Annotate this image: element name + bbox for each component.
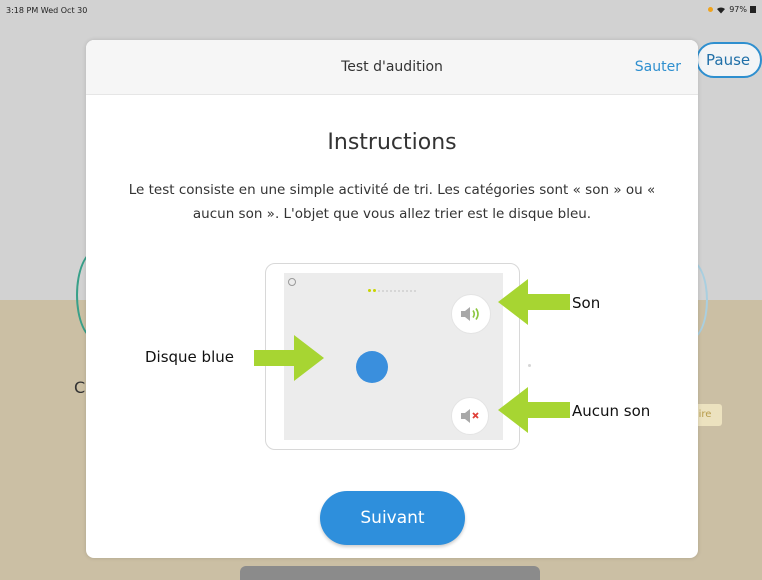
- next-button[interactable]: Suivant: [320, 491, 465, 545]
- label-sound: Son: [572, 294, 601, 312]
- arrow-to-disc: [254, 335, 324, 381]
- modal-header: Test d'audition Sauter: [86, 40, 698, 95]
- no-sound-category-target: [451, 397, 489, 435]
- sound-category-target: [451, 294, 491, 334]
- location-dot-icon: [708, 7, 714, 12]
- instructions-modal: Test d'audition Sauter Instructions Le t…: [86, 40, 698, 558]
- wifi-icon: [717, 6, 726, 13]
- blue-disc: [356, 351, 388, 383]
- background-partial-text: C: [74, 378, 86, 397]
- status-indicators: 97%: [708, 5, 756, 14]
- instructions-heading: Instructions: [327, 130, 457, 155]
- label-blue-disc: Disque blue: [145, 348, 234, 366]
- instructions-text: Le test consiste en une simple activité …: [128, 182, 656, 222]
- arrow-to-no-sound: [498, 387, 570, 433]
- battery-percent: 97%: [729, 5, 747, 14]
- label-no-sound: Aucun son: [572, 402, 651, 420]
- pause-button[interactable]: Pause: [696, 42, 762, 78]
- speaker-muted-icon: [461, 409, 479, 423]
- arrow-to-sound: [498, 279, 570, 325]
- status-time: 3:18 PM Wed Oct 30: [6, 6, 88, 15]
- tablet-home-icon: [288, 278, 296, 286]
- skip-button[interactable]: Sauter: [635, 59, 681, 75]
- progress-dots: [368, 280, 418, 299]
- battery-icon: [750, 6, 756, 13]
- background-bottom-bar: [240, 566, 540, 580]
- tablet-side-button: [528, 364, 531, 367]
- speaker-sound-icon: [461, 307, 479, 321]
- modal-title: Test d'audition: [341, 59, 443, 75]
- status-bar: 3:18 PM Wed Oct 30 97%: [0, 0, 762, 22]
